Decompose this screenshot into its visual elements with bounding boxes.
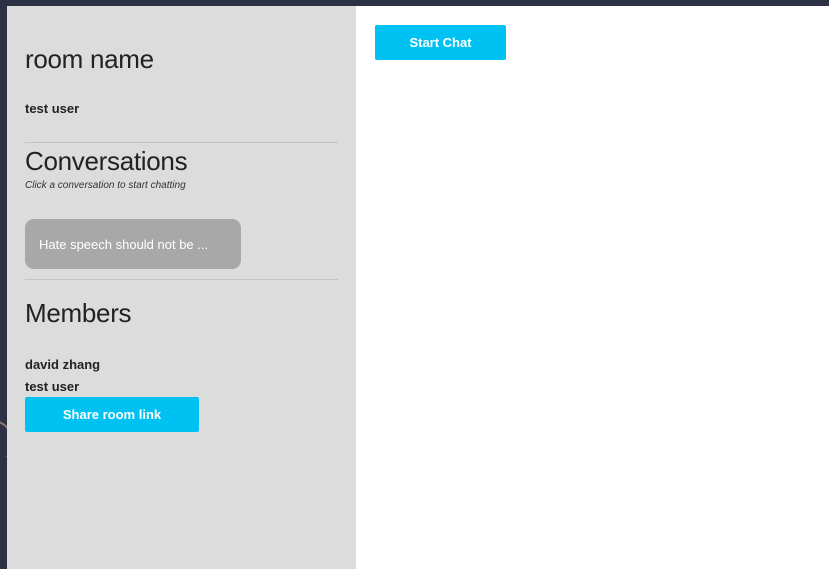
room-name-heading: room name <box>25 44 154 74</box>
member-item: david zhang <box>25 357 101 372</box>
start-chat-button[interactable]: Start Chat <box>375 25 506 60</box>
conversation-item-label: Hate speech should not be ... <box>39 236 209 252</box>
members-list: david zhang test user <box>25 354 100 398</box>
conversations-hint: Click a conversation to start chatting <box>25 180 186 191</box>
conversation-item[interactable]: Hate speech should not be ... <box>25 219 241 269</box>
sidebar: room name test user Conversations Click … <box>7 6 356 569</box>
member-item: test user <box>25 379 80 394</box>
members-heading: Members <box>25 298 132 328</box>
divider <box>25 142 338 143</box>
divider <box>25 279 338 280</box>
conversations-heading: Conversations <box>25 146 188 176</box>
app-window: room name test user Conversations Click … <box>7 6 829 569</box>
main-panel: Start Chat <box>356 6 829 569</box>
current-user-label: test user <box>25 101 80 116</box>
share-room-link-button[interactable]: Share room link <box>25 397 199 432</box>
